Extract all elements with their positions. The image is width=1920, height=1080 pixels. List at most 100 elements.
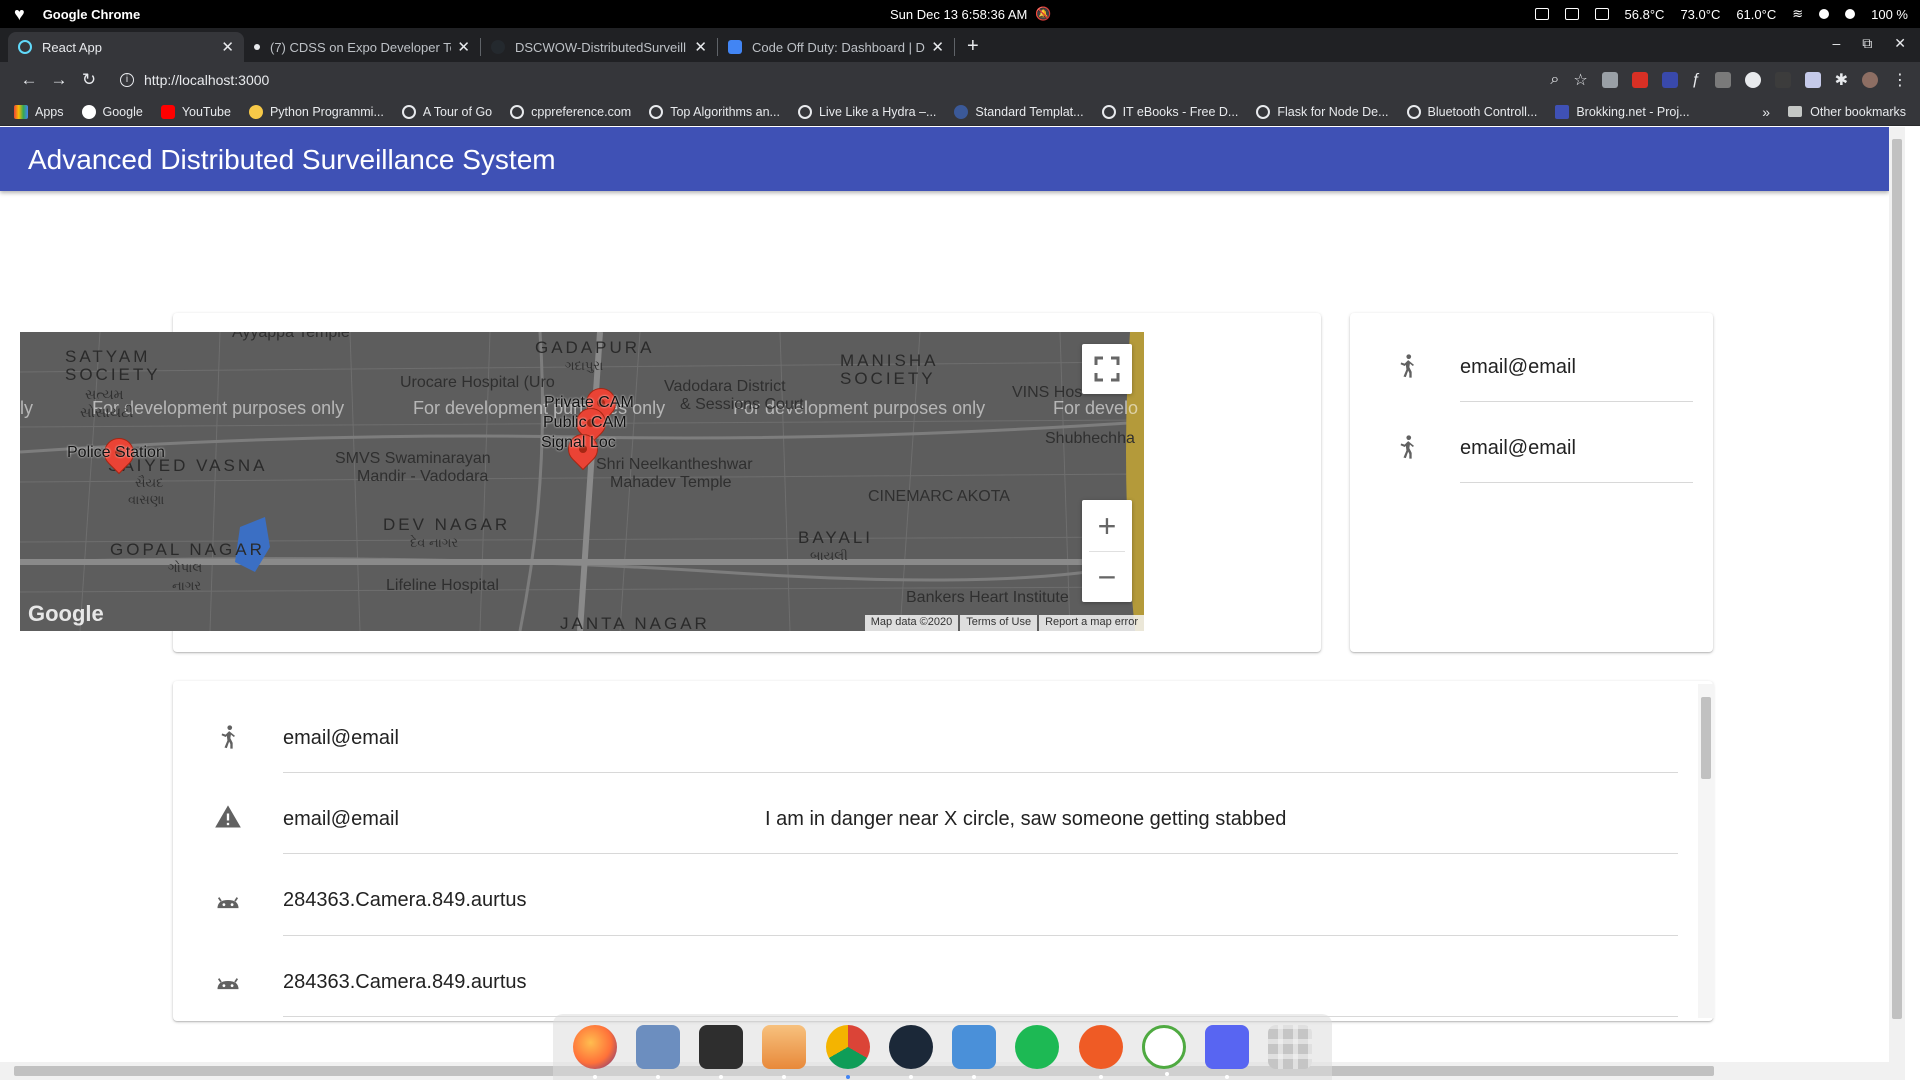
battery-level[interactable]: 100 %: [1871, 7, 1908, 22]
tab-code-off-duty[interactable]: Code Off Duty: Dashboard | De ✕: [718, 32, 954, 62]
cpu-temp[interactable]: 56.8°C: [1625, 7, 1665, 22]
report-map-error-link[interactable]: Report a map error: [1039, 615, 1144, 631]
new-tab-button[interactable]: +: [967, 35, 979, 58]
info-icon[interactable]: i: [120, 73, 134, 87]
close-tab-icon[interactable]: ✕: [457, 38, 470, 56]
bookmark-brokking[interactable]: Brokking.net - Proj...: [1555, 104, 1690, 119]
bookmark-tour-of-go[interactable]: A Tour of Go: [401, 104, 492, 119]
fullscreen-button[interactable]: [1082, 344, 1132, 394]
map-data-text[interactable]: Map data ©2020: [864, 615, 959, 631]
os-active-app[interactable]: Google Chrome: [43, 7, 141, 22]
extension-icon[interactable]: [1601, 72, 1618, 88]
alert-primary-text[interactable]: email@email: [283, 808, 399, 831]
page-scrollbar-thumb[interactable]: [1892, 139, 1902, 1019]
mic-icon[interactable]: [1845, 9, 1856, 19]
marker-label-public-cam[interactable]: Public CAM: [543, 414, 627, 432]
dev-overlay-text: ly: [20, 398, 33, 418]
zoom-out-button[interactable]: −: [1098, 552, 1117, 602]
bookmark-youtube[interactable]: YouTube: [160, 104, 231, 119]
bookmark-google[interactable]: Google: [81, 104, 143, 119]
bookmark-flask[interactable]: Flask for Node De...: [1256, 104, 1389, 119]
volume-icon[interactable]: [1819, 9, 1830, 19]
postman-icon[interactable]: [1078, 1025, 1123, 1079]
bookmark-live-like-hydra[interactable]: Live Like a Hydra –...: [797, 104, 936, 119]
extension-icon[interactable]: ƒ: [1692, 71, 1701, 89]
alert-message-text[interactable]: I am in danger near X circle, saw someon…: [765, 808, 1286, 831]
heart-icon[interactable]: ♥: [14, 5, 25, 23]
back-arrow-icon[interactable]: ←: [14, 70, 44, 90]
terminal-icon[interactable]: [699, 1025, 744, 1079]
files-icon[interactable]: [635, 1025, 680, 1079]
extension-icon[interactable]: [1774, 72, 1791, 88]
bookmark-stl[interactable]: Standard Templat...: [954, 104, 1084, 119]
map-place-label: નાગર: [172, 578, 202, 593]
close-tab-icon[interactable]: ✕: [931, 38, 944, 56]
url-text[interactable]: http://localhost:3000: [144, 72, 269, 88]
tab-react-app[interactable]: React App ✕: [8, 32, 244, 62]
extension-icon[interactable]: [1661, 72, 1678, 88]
bookmark-python[interactable]: Python Programmi...: [248, 104, 384, 119]
alert-primary-text[interactable]: 284363.Camera.849.aurtus: [283, 971, 527, 994]
firefox-icon[interactable]: [572, 1025, 617, 1079]
zoom-in-button[interactable]: +: [1098, 501, 1117, 551]
extension-icon[interactable]: [1744, 72, 1761, 88]
gpu-temp[interactable]: 73.0°C: [1680, 7, 1720, 22]
avatar[interactable]: [1862, 72, 1878, 88]
bookmarks-overflow-button[interactable]: »: [1762, 104, 1770, 120]
map-place-label: CINEMARC AKOTA: [868, 488, 1010, 505]
extension-icon[interactable]: [1631, 72, 1648, 88]
marker-label-private-cam[interactable]: Private CAM: [544, 394, 634, 412]
maximize-icon[interactable]: ⧉: [1862, 35, 1872, 52]
tab-dscwow-github[interactable]: DSCWOW-DistributedSurveill ✕: [481, 32, 717, 62]
display-icon[interactable]: [1564, 8, 1579, 20]
extension-icon[interactable]: [1714, 72, 1731, 88]
alert-primary-text[interactable]: 284363.Camera.849.aurtus: [283, 889, 527, 912]
map-view[interactable]: ly For development purposes only For dev…: [20, 332, 1144, 631]
marker-label-police-station[interactable]: Police Station: [67, 444, 165, 462]
os-clock[interactable]: Sun Dec 13 6:58:36 AM: [890, 7, 1027, 22]
address-bar[interactable]: i http://localhost:3000: [120, 72, 269, 88]
gamepad-icon[interactable]: [1594, 8, 1609, 20]
vlc-icon[interactable]: [762, 1025, 807, 1079]
bookmark-bluetooth[interactable]: Bluetooth Controll...: [1406, 104, 1537, 119]
star-icon[interactable]: ☆: [1573, 70, 1587, 90]
menu-dots-icon[interactable]: ⋮: [1892, 70, 1908, 90]
extension-icon[interactable]: [1804, 72, 1821, 88]
side-list-item-text[interactable]: email@email: [1460, 437, 1576, 460]
bookmark-top-algorithms[interactable]: Top Algorithms an...: [649, 104, 780, 119]
wifi-icon[interactable]: ≋: [1792, 6, 1803, 22]
minimize-icon[interactable]: –: [1832, 35, 1840, 52]
spotify-icon[interactable]: [1015, 1025, 1060, 1069]
puzzle-icon[interactable]: ✱: [1835, 70, 1848, 90]
marker-label-signal-loc[interactable]: Signal Loc: [541, 434, 616, 452]
steam-icon[interactable]: [888, 1025, 933, 1079]
disk-temp[interactable]: 61.0°C: [1736, 7, 1776, 22]
bookmark-it-ebooks[interactable]: IT eBooks - Free D...: [1101, 104, 1238, 119]
map-place-label: GOPAL NAGAR: [110, 540, 265, 559]
forward-arrow-icon[interactable]: →: [44, 70, 74, 90]
map-attribution: Map data ©2020 Terms of Use Report a map…: [863, 615, 1144, 631]
alerts-scrollbar-thumb[interactable]: [1701, 697, 1711, 779]
bookmark-apps[interactable]: Apps: [14, 104, 64, 119]
bookmark-cppreference[interactable]: cppreference.com: [510, 104, 631, 119]
bell-off-icon[interactable]: 🔕: [1035, 6, 1051, 22]
discord-icon[interactable]: [1205, 1025, 1250, 1079]
zoom-icon[interactable]: ⌕: [1550, 71, 1559, 89]
close-tab-icon[interactable]: ✕: [694, 38, 707, 56]
close-window-icon[interactable]: ✕: [1894, 35, 1906, 52]
chrome-icon[interactable]: [825, 1025, 870, 1079]
google-logo[interactable]: Google: [28, 601, 104, 627]
mongodb-icon[interactable]: [1141, 1025, 1186, 1076]
tab-cdss-expo[interactable]: (7) CDSS on Expo Developer To ✕: [244, 32, 480, 62]
app-grid-icon[interactable]: [1268, 1025, 1313, 1069]
other-bookmarks[interactable]: Other bookmarks: [1788, 105, 1906, 119]
terms-of-use-link[interactable]: Terms of Use: [960, 615, 1038, 631]
favicon-icon: [254, 44, 260, 50]
cpu-icon[interactable]: [1534, 8, 1549, 20]
reload-icon[interactable]: ↻: [74, 70, 104, 90]
side-list-item-text[interactable]: email@email: [1460, 356, 1576, 379]
close-tab-icon[interactable]: ✕: [221, 38, 234, 56]
alert-primary-text[interactable]: email@email: [283, 727, 399, 750]
nautilus-icon[interactable]: [952, 1025, 997, 1079]
page-title: Advanced Distributed Surveillance System: [28, 144, 556, 175]
